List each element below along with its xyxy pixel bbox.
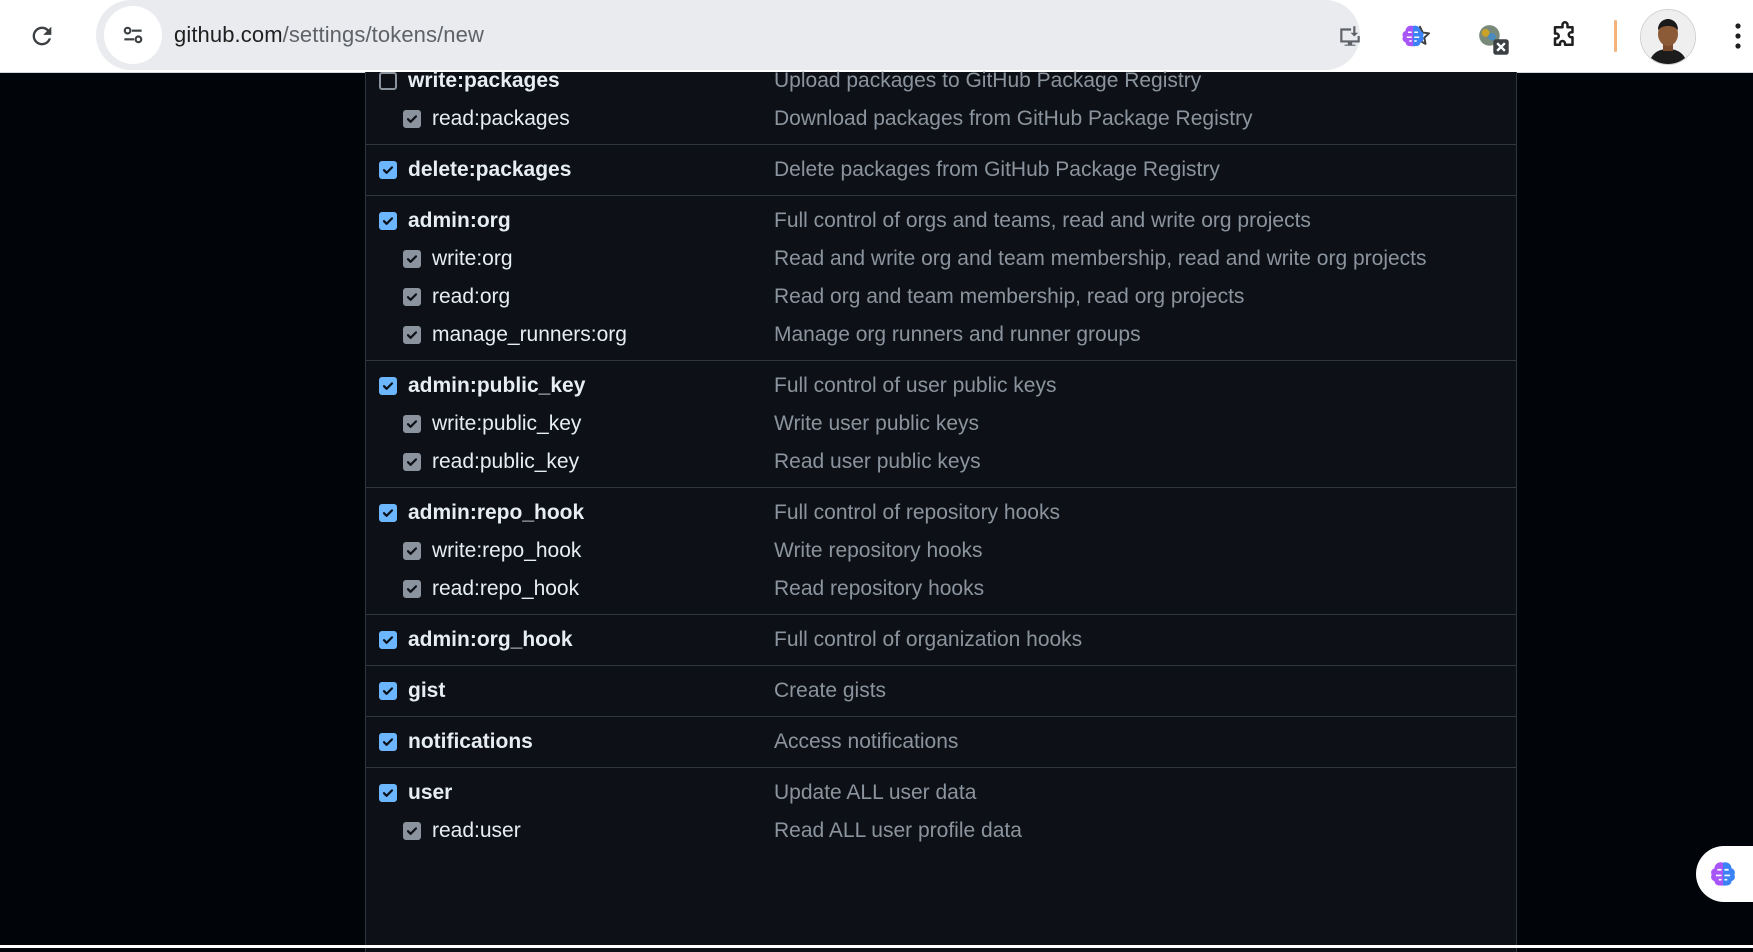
scope-name: write:public_key — [432, 412, 582, 435]
scope-group: user Update ALL user data read:user Read AL… — [366, 767, 1516, 856]
scope-row[interactable]: read:user Read ALL user profile data — [366, 812, 1516, 850]
scopes-list: write:packages Upload packages to GitHub … — [365, 69, 1517, 952]
scope-description: Create gists — [774, 679, 887, 702]
brain-assistant-icon[interactable] — [1696, 846, 1753, 902]
brain-extension-icon[interactable] — [1391, 14, 1435, 58]
url-path: /settings/tokens/new — [282, 22, 484, 47]
scope-name: admin:public_key — [408, 374, 586, 397]
scope-group: delete:packages Delete packages from GitH… — [366, 144, 1516, 195]
scope-row[interactable]: write:packages Upload packages to GitHub … — [366, 62, 1516, 100]
scope-description: Delete packages from GitHub Package Regi… — [774, 158, 1220, 181]
install-app-icon[interactable] — [1329, 15, 1371, 57]
toolbar-divider — [1614, 20, 1617, 52]
scope-row[interactable]: read:public_key Read user public keys — [366, 443, 1516, 481]
scope-description: Full control of repository hooks — [774, 501, 1060, 524]
scope-checkbox[interactable] — [379, 212, 397, 230]
url-host: github.com — [174, 22, 283, 47]
scope-checkbox[interactable] — [403, 453, 421, 471]
scope-row[interactable]: gist Create gists — [366, 672, 1516, 710]
puzzle-extension-icon[interactable] — [1543, 14, 1587, 58]
scope-checkbox[interactable] — [403, 542, 421, 560]
reload-icon[interactable] — [22, 16, 62, 56]
scope-group: gist Create gists — [366, 665, 1516, 716]
scope-group: admin:public_key Full control of user pub… — [366, 360, 1516, 487]
scope-description: Read and write org and team membership, … — [774, 247, 1427, 270]
scope-row[interactable]: read:repo_hook Read repository hooks — [366, 570, 1516, 608]
scope-name: write:org — [432, 247, 513, 270]
scope-description: Read repository hooks — [774, 577, 985, 600]
scope-name: read:packages — [432, 107, 570, 130]
scope-name: read:repo_hook — [432, 577, 580, 600]
scope-row[interactable]: admin:org Full control of orgs and teams,… — [366, 202, 1516, 240]
scope-checkbox[interactable] — [379, 504, 397, 522]
scope-description: Write repository hooks — [774, 539, 983, 562]
scope-group: admin:org_hook Full control of organizati… — [366, 614, 1516, 665]
scope-row[interactable]: user Update ALL user data — [366, 774, 1516, 812]
scope-name: manage_runners:org — [432, 323, 627, 346]
scope-name: notifications — [408, 730, 533, 753]
scope-description: Read ALL user profile data — [774, 819, 1022, 842]
scope-name: read:public_key — [432, 450, 580, 473]
scope-checkbox[interactable] — [379, 682, 397, 700]
scope-name: gist — [408, 679, 446, 702]
scope-row[interactable]: admin:public_key Full control of user pub… — [366, 367, 1516, 405]
avatar[interactable] — [1640, 9, 1696, 65]
scope-checkbox[interactable] — [403, 110, 421, 128]
scope-row[interactable]: admin:org_hook Full control of organizati… — [366, 621, 1516, 659]
scope-name: admin:org_hook — [408, 628, 573, 651]
scope-checkbox[interactable] — [403, 250, 421, 268]
scope-checkbox[interactable] — [379, 784, 397, 802]
scope-row[interactable]: delete:packages Delete packages from GitH… — [366, 151, 1516, 189]
scope-checkbox[interactable] — [379, 631, 397, 649]
scope-checkbox[interactable] — [403, 326, 421, 344]
scope-description: Access notifications — [774, 730, 959, 753]
scope-group: notifications Access notifications — [366, 716, 1516, 767]
x-extension-icon[interactable] — [1468, 14, 1516, 62]
scope-group: admin:org Full control of orgs and teams,… — [366, 195, 1516, 360]
scope-description: Read org and team membership, read org p… — [774, 285, 1245, 308]
scope-checkbox[interactable] — [403, 288, 421, 306]
scope-row[interactable]: write:repo_hook Write repository hooks — [366, 532, 1516, 570]
url-text[interactable]: github.com/settings/tokens/new — [174, 0, 484, 70]
scope-description: Full control of orgs and teams, read and… — [774, 209, 1311, 232]
scope-description: Full control of user public keys — [774, 374, 1057, 397]
scope-name: write:packages — [408, 69, 560, 92]
scope-group: write:packages Upload packages to GitHub … — [366, 62, 1516, 144]
scope-checkbox[interactable] — [403, 415, 421, 433]
scope-row[interactable]: write:public_key Write user public keys — [366, 405, 1516, 443]
scope-description: Update ALL user data — [774, 781, 977, 804]
scope-description: Read user public keys — [774, 450, 981, 473]
scope-name: write:repo_hook — [432, 539, 582, 562]
scope-row[interactable]: admin:repo_hook Full control of repositor… — [366, 494, 1516, 532]
scope-description: Write user public keys — [774, 412, 980, 435]
scope-row[interactable]: manage_runners:org Manage org runners and… — [366, 316, 1516, 354]
address-bar[interactable]: github.com/settings/tokens/new — [96, 0, 1430, 70]
scope-group: admin:repo_hook Full control of repositor… — [366, 487, 1516, 614]
scope-checkbox[interactable] — [379, 161, 397, 179]
scope-name: admin:org — [408, 209, 511, 232]
scope-description: Full control of organization hooks — [774, 628, 1083, 651]
scope-row[interactable]: write:org Read and write org and team mem… — [366, 240, 1516, 278]
scope-name: read:org — [432, 285, 511, 308]
scope-description: Upload packages to GitHub Package Regist… — [774, 69, 1202, 92]
scope-checkbox[interactable] — [379, 72, 397, 90]
scope-name: delete:packages — [408, 158, 572, 181]
scope-row[interactable]: read:packages Download packages from GitH… — [366, 100, 1516, 138]
scope-checkbox[interactable] — [379, 733, 397, 751]
tune-icon[interactable] — [104, 6, 162, 64]
scope-description: Download packages from GitHub Package Re… — [774, 107, 1253, 130]
kebab-menu-icon[interactable] — [1726, 16, 1750, 56]
scope-row[interactable]: read:org Read org and team membership, re… — [366, 278, 1516, 316]
scope-checkbox[interactable] — [379, 377, 397, 395]
scope-checkbox[interactable] — [403, 580, 421, 598]
scope-checkbox[interactable] — [403, 822, 421, 840]
scope-description: Manage org runners and runner groups — [774, 323, 1141, 346]
scope-name: read:user — [432, 819, 521, 842]
scope-name: user — [408, 781, 453, 804]
scope-row[interactable]: notifications Access notifications — [366, 723, 1516, 761]
scope-groups: write:packages Upload packages to GitHub … — [366, 62, 1516, 856]
scope-name: admin:repo_hook — [408, 501, 585, 524]
